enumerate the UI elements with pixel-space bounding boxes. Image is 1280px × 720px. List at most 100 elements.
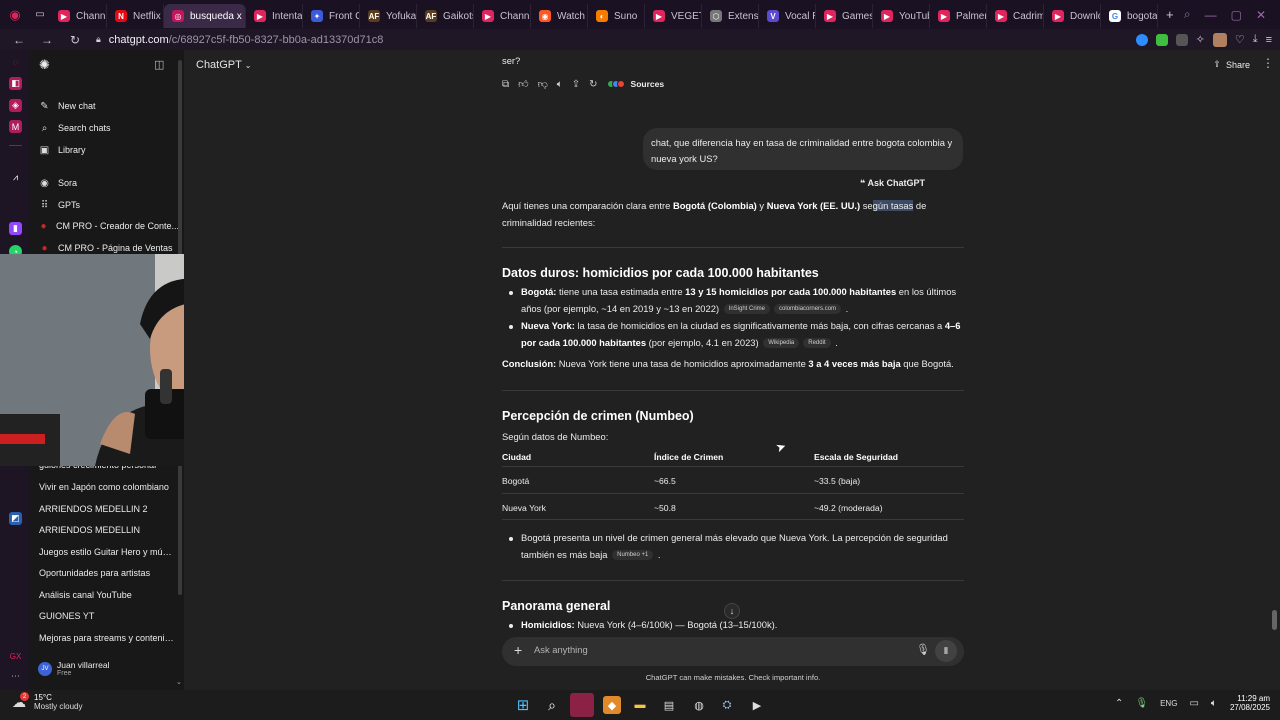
sidebar-item[interactable]: ◉ Sora xyxy=(39,173,179,193)
chat-history-item[interactable]: ARRIENDOS MEDELLIN xyxy=(39,525,174,535)
read-aloud-icon[interactable]: 🔈︎ xyxy=(557,79,563,90)
user-profile[interactable]: JV Juan villarreal Free xyxy=(38,660,109,677)
microphone-icon[interactable]: 🎙︎ xyxy=(1135,698,1148,709)
back-icon[interactable]: ← xyxy=(10,33,28,47)
more-options-icon[interactable]: ⋮ xyxy=(1262,56,1274,70)
more-icon[interactable]: ⋯ xyxy=(9,670,22,683)
sidebar-item[interactable]: ⌕ Search chats xyxy=(39,118,179,138)
app-taskbar-icon[interactable]: ◆ xyxy=(603,696,621,714)
new-tab-button[interactable]: + xyxy=(1166,7,1174,22)
close-window-icon[interactable]: ✕ xyxy=(1256,8,1266,22)
thumbs-down-icon[interactable]: 👎︎ xyxy=(538,78,548,90)
media-player-icon[interactable]: ▶ xyxy=(748,696,766,714)
browser-tab[interactable]: ◉ Watch xyxy=(531,4,588,28)
chevron-down-icon[interactable]: ⌄ xyxy=(176,678,182,686)
ask-chatgpt-button[interactable]: ❝ Ask ChatGPT xyxy=(860,178,925,189)
puzzle-icon[interactable]: ✧ xyxy=(1196,33,1205,46)
steam-icon[interactable]: ⛭ xyxy=(718,696,736,714)
menu-icon[interactable]: ≡ xyxy=(1266,34,1272,46)
chat-history-item[interactable]: GUIONES YT xyxy=(39,611,174,621)
sources-button[interactable]: Sources xyxy=(606,79,664,89)
extension-icon[interactable] xyxy=(1135,33,1148,46)
extension-icon[interactable] xyxy=(1175,33,1188,46)
search-icon[interactable]: ⌕ xyxy=(543,696,561,714)
forward-icon[interactable]: → xyxy=(38,33,56,47)
twitch-icon[interactable]: ▮ xyxy=(9,222,22,235)
file-explorer-icon[interactable]: ▬ xyxy=(631,696,649,714)
sidebar-item[interactable]: ✎ New chat xyxy=(39,96,179,116)
plus-icon[interactable]: + xyxy=(514,642,522,658)
weather-widget[interactable]: ☁ 2 15°C Mostly cloudy xyxy=(12,692,82,711)
player-icon[interactable]: ◈ xyxy=(9,99,22,112)
gx-icon[interactable]: GX xyxy=(9,650,22,663)
mail-icon[interactable]: M xyxy=(9,120,22,133)
windows-start-icon[interactable]: ⊞ xyxy=(514,696,532,714)
aria-icon[interactable]: ◌ xyxy=(9,55,22,68)
browser-tab[interactable]: AF Yofuka xyxy=(360,4,417,28)
tab-search-icon[interactable]: ⌕ xyxy=(1184,7,1191,22)
citation-chip[interactable]: Numbeo +1 xyxy=(612,550,654,561)
copy-icon[interactable]: ⧉ xyxy=(502,79,509,90)
regenerate-icon[interactable]: ↻ xyxy=(589,79,597,90)
opera-gx-taskbar-icon[interactable] xyxy=(570,693,594,717)
store-icon[interactable]: ▤ xyxy=(660,696,678,714)
browser-tab[interactable]: ▶ Channe xyxy=(50,4,107,28)
download-icon[interactable]: ⤓ xyxy=(1253,33,1258,46)
browser-tab[interactable]: ⬡ Extens xyxy=(702,4,759,28)
voice-mode-button[interactable]: ⦀ xyxy=(935,640,957,662)
chat-history-item[interactable]: Juegos estilo Guitar Hero y músi... xyxy=(39,547,174,557)
model-selector[interactable]: ChatGPT ⌄ xyxy=(196,59,251,71)
extension-icon[interactable] xyxy=(1155,33,1168,46)
browser-tab[interactable]: ◐ Suno xyxy=(588,4,645,28)
citation-chip[interactable]: Wikipedia xyxy=(763,338,800,349)
profile-avatar[interactable] xyxy=(1212,32,1227,47)
browser-tab[interactable]: ✦ Front C xyxy=(303,4,360,28)
volume-icon[interactable]: 🔈︎ xyxy=(1211,698,1217,709)
openai-logo-icon[interactable]: ✺ xyxy=(39,57,50,73)
bookmark-icon[interactable]: ♡ xyxy=(1235,33,1245,46)
scroll-down-button[interactable]: ↓ xyxy=(724,603,740,619)
reload-icon[interactable]: ↻ xyxy=(66,33,84,47)
prompt-input[interactable] xyxy=(534,644,894,655)
share-button[interactable]: ⇪ Share xyxy=(1213,59,1250,70)
messenger-icon[interactable]: ◧ xyxy=(9,77,22,90)
minimize-icon[interactable]: — xyxy=(1205,8,1217,22)
app-taskbar-icon[interactable]: ◍ xyxy=(690,696,708,714)
browser-tab[interactable]: ◎ busqueda x xyxy=(164,4,246,28)
browser-tab[interactable]: Gbogota xyxy=(1101,4,1158,28)
browser-tab[interactable]: ▶ VEGET xyxy=(645,4,702,28)
browser-tab[interactable]: ▶ Palmer xyxy=(930,4,987,28)
language-indicator[interactable]: ENG xyxy=(1160,699,1177,708)
clock[interactable]: 11:29 am 27/08/2025 xyxy=(1224,694,1270,712)
sidebar-item[interactable]: ⠿ GPTs xyxy=(39,195,179,215)
citation-chip[interactable]: colombiacorners.com xyxy=(774,304,842,315)
close-sidebar-icon[interactable]: ◫ xyxy=(154,58,164,71)
main-scrollbar[interactable] xyxy=(1272,610,1277,630)
chevron-up-icon[interactable]: ⌃ xyxy=(1115,698,1123,709)
browser-tab[interactable]: ▶ Intenta xyxy=(246,4,303,28)
maximize-icon[interactable]: ▢ xyxy=(1231,8,1242,22)
chat-history-item[interactable]: Vivir en Japón como colombiano xyxy=(39,482,174,492)
browser-tab[interactable]: ▶ YouTub xyxy=(873,4,930,28)
share-icon[interactable]: ⇪ xyxy=(572,79,580,90)
browser-tab[interactable]: ▶ Games xyxy=(816,4,873,28)
opera-menu-icon[interactable]: ◉ xyxy=(0,0,30,29)
browser-tab[interactable]: N Netflix xyxy=(107,4,164,28)
network-icon[interactable]: ▭ xyxy=(1189,698,1198,709)
arc-app-icon[interactable]: ⩘ xyxy=(9,171,22,184)
microphone-icon[interactable]: 🎙︎ xyxy=(916,643,930,656)
browser-tab[interactable]: V Vocal R xyxy=(759,4,816,28)
chat-history-item[interactable]: Mejoras para streams y contenido xyxy=(39,633,174,643)
chat-history-item[interactable]: ARRIENDOS MEDELLIN 2 xyxy=(39,504,174,514)
url-field[interactable]: 🔒︎ chatgpt.com/c/68927c5f-fb50-8327-bb0a… xyxy=(96,34,383,46)
app-icon[interactable]: ◩ xyxy=(9,512,22,525)
thumbs-up-icon[interactable]: 👍︎ xyxy=(518,78,528,90)
browser-tab[interactable]: ▶ Cadrim xyxy=(987,4,1044,28)
chat-history-item[interactable]: Oportunidades para artistas xyxy=(39,568,174,578)
sidebar-item[interactable]: ● CM PRO - Creador de Conte... xyxy=(39,216,179,236)
chat-history-item[interactable]: Análisis canal YouTube xyxy=(39,590,174,600)
citation-chip[interactable]: InSight Crime xyxy=(723,304,771,315)
sidebar-item[interactable]: ▣ Library xyxy=(39,140,179,160)
browser-tab[interactable]: ▶ Downlo xyxy=(1044,4,1101,28)
citation-chip[interactable]: Reddit xyxy=(803,338,831,349)
